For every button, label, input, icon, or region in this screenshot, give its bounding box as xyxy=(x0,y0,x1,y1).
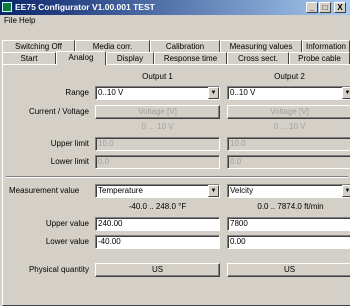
output1-upper-limit-field[interactable]: 10.0 xyxy=(95,137,220,151)
output2-measurement-value: Velcity xyxy=(230,186,254,195)
lower-limit-label: Lower limit xyxy=(50,157,89,166)
upper-limit-label: Upper limit xyxy=(50,139,89,148)
output2-lower-value-field[interactable]: 0.00 xyxy=(227,235,350,249)
output2-range-value: 0..10 V xyxy=(230,88,256,97)
close-button[interactable]: X xyxy=(334,2,346,13)
output2-header: Output 2 xyxy=(274,72,305,81)
upper-value-label: Upper value xyxy=(45,219,89,228)
title-bar[interactable]: EE75 Configurator V1.00.001 TEST _ □ X xyxy=(0,0,350,15)
minimize-button[interactable]: _ xyxy=(306,2,318,13)
menu-file[interactable]: File xyxy=(4,15,17,27)
output2-range-hint: 0 ... 10 V xyxy=(273,122,306,131)
tab-response-time[interactable]: Response time xyxy=(154,52,227,64)
current-voltage-label: Current / Voltage xyxy=(28,107,89,116)
output1-measurement-select[interactable]: Temperature ▼ xyxy=(95,184,220,198)
section-divider xyxy=(6,176,348,178)
output2-measurement-select[interactable]: Velcity ▼ xyxy=(227,184,350,198)
output1-lower-limit-field[interactable]: 0.0 xyxy=(95,155,220,169)
output1-header: Output 1 xyxy=(142,72,173,81)
measurement-value-label: Measurement value xyxy=(9,186,80,195)
tab-probe-cable[interactable]: Probe cable xyxy=(289,52,350,64)
menu-help[interactable]: Help xyxy=(19,15,35,27)
output1-range-hint: 0 ... 10 V xyxy=(141,122,174,131)
output1-voltage-button[interactable]: Voltage [V] xyxy=(95,105,220,119)
window-title: EE75 Configurator V1.00.001 TEST xyxy=(15,2,155,12)
output1-upper-value-field[interactable]: 240.00 xyxy=(95,217,220,231)
output2-measurement-range: 0.0 .. 7874.0 ft/min xyxy=(257,202,324,211)
output2-upper-limit-field[interactable]: 10.0 xyxy=(227,137,350,151)
tab-information[interactable]: Information xyxy=(302,40,350,52)
output2-physical-quantity-button[interactable]: US xyxy=(227,263,350,277)
output2-range-select[interactable]: 0..10 V ▼ xyxy=(227,86,350,100)
output2-lower-limit-field[interactable]: 0.0 xyxy=(227,155,350,169)
lower-value-label: Lower value xyxy=(45,237,89,246)
output2-upper-value-field[interactable]: 7800 xyxy=(227,217,350,231)
chevron-down-icon[interactable]: ▼ xyxy=(342,185,350,197)
tab-analog[interactable]: Analog xyxy=(56,51,106,65)
output1-lower-value-field[interactable]: -40.00 xyxy=(95,235,220,249)
output1-range-value: 0..10 V xyxy=(98,88,124,97)
tab-display[interactable]: Display xyxy=(106,52,154,64)
tab-measuring-values[interactable]: Measuring values xyxy=(220,40,302,52)
chevron-down-icon[interactable]: ▼ xyxy=(208,87,219,99)
chevron-down-icon[interactable]: ▼ xyxy=(208,185,219,197)
tab-calibration[interactable]: Calibration xyxy=(150,40,220,52)
output1-measurement-value: Temperature xyxy=(98,186,143,195)
physical-quantity-label: Physical quantity xyxy=(28,265,89,274)
output1-physical-quantity-button[interactable]: US xyxy=(95,263,220,277)
menu-bar: File Help xyxy=(0,15,350,27)
output1-measurement-range: -40.0 .. 248.0 °F xyxy=(128,202,187,211)
range-label: Range xyxy=(65,88,89,97)
output1-range-select[interactable]: 0..10 V ▼ xyxy=(95,86,220,100)
tab-start[interactable]: Start xyxy=(2,52,56,64)
output2-voltage-button[interactable]: Voltage [V] xyxy=(227,105,350,119)
app-icon xyxy=(2,2,12,12)
tab-cross-sect[interactable]: Cross sect. xyxy=(227,52,289,64)
chevron-down-icon[interactable]: ▼ xyxy=(342,87,350,99)
maximize-button[interactable]: □ xyxy=(319,2,331,13)
